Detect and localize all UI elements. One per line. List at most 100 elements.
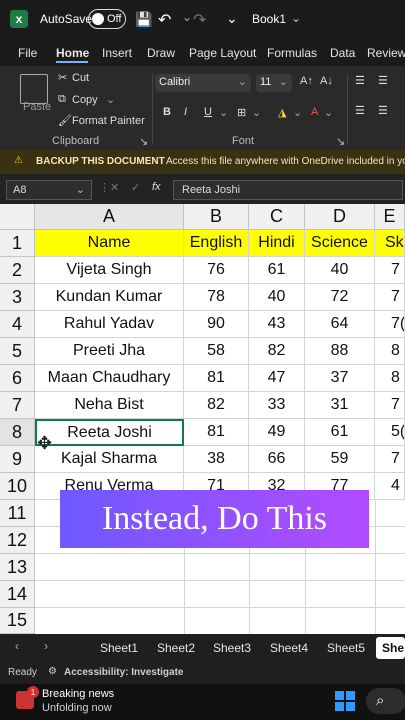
table-cell[interactable]: 82	[249, 338, 305, 365]
windows-start-icon[interactable]	[335, 691, 355, 711]
row-header-10[interactable]: 10	[0, 473, 35, 500]
borders-dropdown-icon[interactable]: ⌄	[252, 106, 261, 119]
table-cell[interactable]: 88	[305, 338, 375, 365]
insert-function-icon[interactable]: fx	[152, 181, 161, 193]
decrease-font-size-icon[interactable]: A↓	[320, 75, 333, 87]
row-header-6[interactable]: 6	[0, 365, 35, 392]
table-cell[interactable]: 47	[249, 365, 305, 392]
table-cell[interactable]: Maan Chaudhary	[35, 365, 184, 392]
copy-icon[interactable]: ⧉	[58, 93, 66, 106]
redo-icon[interactable]: ↷	[193, 10, 206, 30]
header-cell-e[interactable]: Sk	[375, 230, 405, 257]
clipboard-launcher-icon[interactable]: ↘	[139, 135, 148, 148]
header-cell-hindi[interactable]: Hindi	[249, 230, 305, 257]
next-sheet-icon[interactable]: ›	[44, 639, 48, 653]
confirm-entry-icon[interactable]: ✓	[131, 181, 140, 194]
tab-formulas[interactable]: Formulas	[267, 46, 317, 60]
row-header-7[interactable]: 7	[0, 392, 35, 419]
borders-icon[interactable]: ⊞	[237, 106, 246, 119]
table-cell[interactable]: Rahul Yadav	[35, 311, 184, 338]
paste-label[interactable]: Paste	[23, 101, 51, 113]
table-cell[interactable]: 7	[375, 284, 405, 311]
table-cell[interactable]: 7	[375, 257, 405, 284]
sheet-tab-3[interactable]: Sheet3	[213, 641, 251, 655]
table-cell[interactable]: 40	[305, 257, 375, 284]
news-subtitle[interactable]: Unfolding now	[42, 702, 112, 714]
table-cell[interactable]: 64	[305, 311, 375, 338]
bold-icon[interactable]: B	[163, 106, 171, 118]
cut-button[interactable]: Cut	[72, 72, 89, 84]
tab-draw[interactable]: Draw	[147, 46, 175, 60]
save-icon[interactable]: 💾	[135, 11, 152, 28]
italic-icon[interactable]: I	[184, 106, 187, 118]
sheet-tab-2[interactable]: Sheet2	[157, 641, 195, 655]
table-cell[interactable]: Preeti Jha	[35, 338, 184, 365]
font-color-dropdown-icon[interactable]: ⌄	[324, 106, 333, 119]
highlight-dropdown-icon[interactable]: ⌄	[293, 106, 302, 119]
row-header-1[interactable]: 1	[0, 230, 35, 257]
table-cell[interactable]: 78	[184, 284, 249, 311]
table-cell[interactable]: 49	[249, 419, 305, 446]
font-size-dropdown[interactable]: 11 ⌄	[256, 74, 292, 92]
format-painter-button[interactable]: Format Painter	[72, 115, 145, 127]
align-center-icon[interactable]: ☰	[378, 104, 388, 117]
file-name[interactable]: Book1	[252, 12, 286, 26]
table-cell[interactable]: 7	[375, 392, 405, 419]
row-header-4[interactable]: 4	[0, 311, 35, 338]
tab-file[interactable]: File	[18, 46, 37, 60]
sheet-tab-1[interactable]: Sheet1	[100, 641, 138, 655]
row-header-11[interactable]: 11	[0, 500, 35, 527]
table-cell[interactable]: 59	[305, 446, 375, 473]
tab-insert[interactable]: Insert	[102, 46, 132, 60]
customize-quick-access-icon[interactable]: ⌄	[226, 10, 238, 27]
align-left-icon[interactable]: ☰	[355, 104, 365, 117]
row-header-12[interactable]: 12	[0, 527, 35, 554]
formula-input[interactable]: Reeta Joshi	[173, 180, 403, 200]
copy-dropdown-icon[interactable]: ⌄	[106, 93, 115, 106]
selected-cell-a8[interactable]: Reeta Joshi	[35, 419, 184, 446]
table-cell[interactable]: 76	[184, 257, 249, 284]
table-cell[interactable]: 40	[249, 284, 305, 311]
header-cell-science[interactable]: Science	[305, 230, 375, 257]
font-name-dropdown[interactable]: Calibri ⌄	[155, 74, 251, 92]
increase-font-size-icon[interactable]: A↑	[300, 75, 313, 87]
tab-page-layout[interactable]: Page Layout	[189, 46, 256, 60]
table-cell[interactable]: Kajal Sharma	[35, 446, 184, 473]
row-header-5[interactable]: 5	[0, 338, 35, 365]
font-color-icon[interactable]: A	[311, 106, 318, 118]
tab-data[interactable]: Data	[330, 46, 355, 60]
name-box[interactable]: A8 ⌄	[6, 180, 92, 200]
table-cell[interactable]: 37	[305, 365, 375, 392]
news-title[interactable]: Breaking news	[42, 688, 114, 700]
select-all-corner[interactable]	[0, 204, 35, 230]
underline-dropdown-icon[interactable]: ⌄	[219, 106, 228, 119]
table-cell[interactable]: 7(	[375, 311, 405, 338]
table-cell[interactable]: 8	[375, 365, 405, 392]
row-header-15[interactable]: 15	[0, 608, 35, 634]
autosave-toggle[interactable]: Off	[88, 9, 126, 29]
sheet-tab-6-active[interactable]: She	[376, 637, 405, 659]
header-cell-english[interactable]: English	[184, 230, 249, 257]
sheet-tab-4[interactable]: Sheet4	[270, 641, 308, 655]
table-cell[interactable]: Vijeta Singh	[35, 257, 184, 284]
table-cell[interactable]: 4	[375, 473, 405, 500]
previous-sheet-icon[interactable]: ‹	[15, 639, 19, 653]
file-name-dropdown-icon[interactable]: ⌄	[291, 11, 301, 25]
font-launcher-icon[interactable]: ↘	[336, 135, 345, 148]
header-cell-name[interactable]: Name	[35, 230, 184, 257]
table-cell[interactable]: 7	[375, 446, 405, 473]
accessibility-icon[interactable]: ⚙	[48, 666, 57, 677]
undo-icon[interactable]: ↶	[158, 10, 171, 30]
table-cell[interactable]: 31	[305, 392, 375, 419]
row-header-3[interactable]: 3	[0, 284, 35, 311]
cancel-entry-icon[interactable]: ✕	[110, 181, 119, 194]
table-cell[interactable]: 66	[249, 446, 305, 473]
column-header-a[interactable]: A	[35, 204, 184, 230]
table-cell[interactable]: 61	[305, 419, 375, 446]
highlight-icon[interactable]: ◮	[278, 106, 286, 119]
tab-review[interactable]: Review	[367, 46, 405, 60]
row-header-2[interactable]: 2	[0, 257, 35, 284]
format-painter-icon[interactable]: 🖌	[58, 114, 72, 127]
table-cell[interactable]: 90	[184, 311, 249, 338]
align-middle-icon[interactable]: ☰	[378, 74, 388, 87]
